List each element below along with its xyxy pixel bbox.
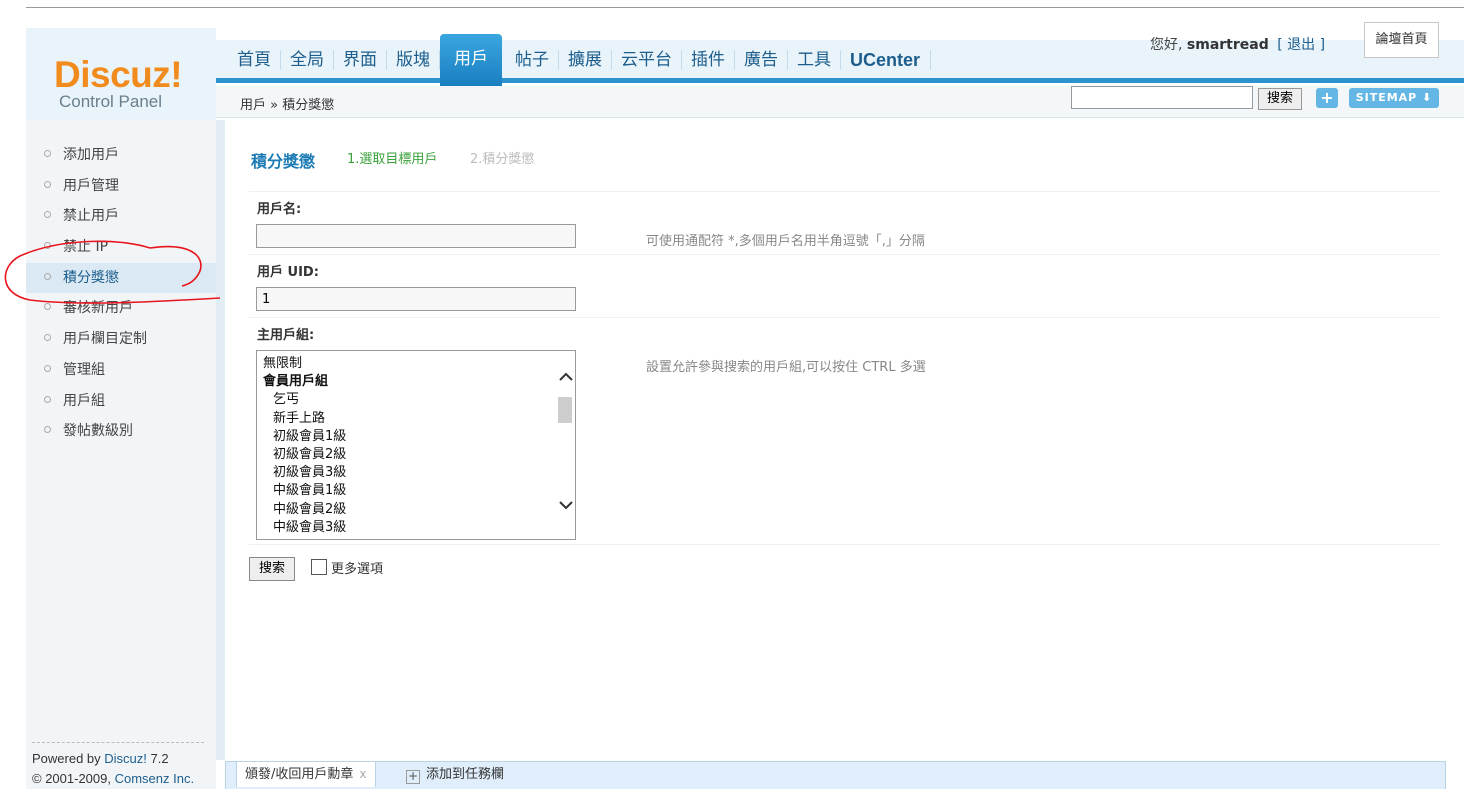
copyright-prefix: © 2001-2009, [32, 771, 115, 786]
group-option[interactable]: 中級會員1級 [257, 482, 575, 500]
group-option[interactable]: 中級會員3級 [257, 519, 575, 537]
sidebar-item[interactable]: 用戶管理 [26, 171, 216, 202]
comsenz-link[interactable]: Comsenz Inc. [115, 771, 194, 786]
greeting-prefix: 您好, [1150, 37, 1183, 53]
menu-search-input[interactable] [1071, 86, 1253, 109]
logo-text: Discuz! [54, 54, 183, 95]
sidebar-item[interactable]: 用戶組 [26, 386, 216, 417]
forum-home-button[interactable]: 論壇首頁 [1364, 22, 1439, 58]
sidebar: 添加用戶 用戶管理 禁止用戶 禁止 IP 積分獎懲 審核新用戶 用戶欄目定制 管理組 用戶組 發帖… [26, 120, 216, 789]
taskbar: 頒發/收回用戶勳章 x + 添加到任務欄 [225, 761, 1446, 789]
logout-link[interactable]: [ 退出 ] [1277, 37, 1325, 53]
discuz-link[interactable]: Discuz! [104, 751, 147, 766]
divider [249, 544, 1441, 545]
group-label: 主用戶組: [257, 328, 315, 343]
close-icon[interactable]: x [359, 767, 366, 781]
page-title: 積分獎懲 [251, 152, 316, 171]
powered-by: Powered by Discuz! 7.2 © 2001-2009, Coms… [32, 742, 204, 789]
powered-version: 7.2 [146, 751, 169, 766]
top-strip [26, 0, 1464, 8]
logo-subtitle: Control Panel [59, 92, 163, 111]
nav-item[interactable]: 全局 [281, 50, 334, 70]
sidebar-divider [216, 120, 225, 760]
listbox-scrollbar[interactable] [555, 351, 575, 539]
user-greeting: 您好, smartread [ 退出 ] [1150, 34, 1325, 54]
group-option[interactable]: 乞丐 [257, 391, 575, 409]
nav-item[interactable]: 首頁 [228, 50, 281, 70]
nav-item[interactable]: 界面 [334, 50, 387, 70]
sub-bar: 用戶 » 積分獎懲 搜索 + SITEMAP ⬇ [216, 86, 1464, 118]
group-hint: 設置允許參與搜索的用戶組,可以按住 CTRL 多選 [646, 360, 926, 375]
more-options-checkbox[interactable] [311, 559, 327, 575]
breadcrumb: 用戶 » 積分獎懲 [240, 98, 335, 113]
header: Discuz! Control Panel 首頁 全局 界面 版塊 用戶 帖子 擴展 云平台插… [26, 8, 1464, 120]
nav-item[interactable]: 帖子 [506, 50, 559, 70]
nav-item[interactable]: 版塊 [387, 50, 440, 70]
group-option: 會員用戶組 [263, 374, 329, 390]
scrollbar-thumb[interactable] [558, 397, 572, 423]
nav-item[interactable]: 工具 [788, 50, 841, 70]
username: smartread [1186, 37, 1269, 53]
powered-prefix: Powered by [32, 751, 105, 766]
nav-item[interactable]: 云平台 [612, 50, 682, 70]
sidebar-item[interactable]: 發帖數級別 [26, 416, 216, 447]
username-label: 用戶名: [257, 202, 302, 217]
group-option[interactable]: 初級會員3級 [257, 464, 575, 482]
group-option[interactable]: 無限制 [257, 355, 575, 373]
main-content: 積分獎懲 1.選取目標用戶 2.積分獎懲 用戶名: 可使用通配符 *,多個用戶名… [237, 120, 1441, 760]
sidebar-menu: 添加用戶 用戶管理 禁止用戶 禁止 IP 積分獎懲 審核新用戶 用戶欄目定制 管理組 用戶組 發帖… [26, 140, 216, 447]
username-hint: 可使用通配符 *,多個用戶名用半角逗號「,」分隔 [646, 234, 925, 249]
sidebar-item[interactable]: 禁止用戶 [26, 201, 216, 232]
search-button[interactable]: 搜索 [249, 557, 295, 581]
add-to-taskbar[interactable]: + 添加到任務欄 [406, 765, 504, 785]
divider [249, 254, 1441, 255]
divider [249, 317, 1441, 318]
logo: Discuz! Control Panel [26, 28, 216, 120]
menu-search-button[interactable]: 搜索 [1258, 88, 1302, 110]
step-1: 1.選取目標用戶 [347, 152, 438, 167]
nav-item[interactable]: UCenter [841, 50, 932, 70]
group-options: 無限制 會員用戶組 乞丐 新手上路 初級會員1級 初級會員2級 初級會員3級 中級會員1級 中級… [257, 351, 575, 537]
task-item[interactable]: 頒發/收回用戶勳章 x [236, 762, 376, 787]
sidebar-item[interactable]: 禁止 IP [26, 232, 216, 263]
main-nav: 首頁 全局 界面 版塊 用戶 帖子 擴展 云平台 插件 廣告 工具 UCenter [228, 34, 932, 86]
add-to-taskbar-label: 添加到任務欄 [426, 767, 505, 782]
group-option[interactable]: 初級會員2級 [257, 446, 575, 464]
chevron-up-icon[interactable] [559, 371, 573, 385]
group-option[interactable]: 中級會員2級 [257, 501, 575, 519]
sidebar-item[interactable]: 積分獎懲 [26, 262, 216, 294]
plus-icon: + [406, 769, 420, 784]
group-option[interactable]: 新手上路 [257, 410, 575, 428]
uid-input[interactable] [256, 287, 576, 311]
nav-underline [216, 78, 1464, 83]
group-option[interactable]: 初級會員1級 [257, 428, 575, 446]
sidebar-item[interactable]: 審核新用戶 [26, 293, 216, 324]
sidebar-item[interactable]: 用戶欄目定制 [26, 324, 216, 355]
nav-item[interactable]: 廣告 [735, 50, 788, 70]
nav-item[interactable]: 擴展 [559, 50, 612, 70]
chevron-down-icon[interactable] [559, 499, 573, 513]
sidebar-item[interactable]: 管理組 [26, 355, 216, 386]
divider [249, 191, 1441, 192]
sitemap-button[interactable]: SITEMAP ⬇ [1349, 88, 1439, 108]
more-options-label[interactable]: 更多選項 [331, 558, 383, 577]
sidebar-item[interactable]: 添加用戶 [26, 140, 216, 171]
task-item-label: 頒發/收回用戶勳章 [245, 767, 354, 782]
nav-item[interactable]: 插件 [682, 50, 735, 70]
add-shortcut-button[interactable]: + [1316, 88, 1338, 108]
username-input[interactable] [256, 224, 576, 248]
nav-item[interactable]: 用戶 [440, 34, 502, 86]
uid-label: 用戶 UID: [257, 265, 319, 280]
step-2: 2.積分獎懲 [470, 152, 535, 167]
user-group-listbox[interactable]: 無限制 會員用戶組 乞丐 新手上路 初級會員1級 初級會員2級 初級會員3級 中級會員1級 中級… [256, 350, 576, 540]
